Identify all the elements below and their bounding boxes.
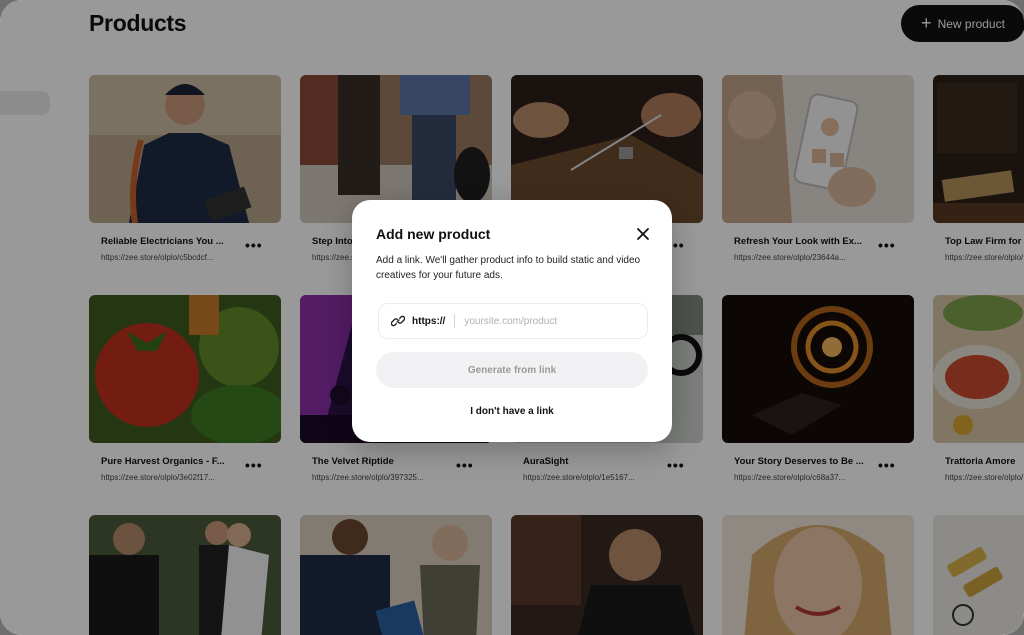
modal-description: Add a link. We'll gather product info to… — [376, 255, 641, 281]
close-icon[interactable] — [636, 227, 650, 241]
url-field[interactable]: https:// — [378, 303, 648, 339]
no-link-button[interactable]: I don't have a link — [352, 406, 672, 417]
url-prefix: https:// — [412, 315, 446, 327]
add-product-modal: Add new product Add a link. We'll gather… — [352, 200, 672, 442]
url-input[interactable] — [464, 315, 635, 327]
modal-title: Add new product — [376, 226, 491, 242]
generate-from-link-button[interactable]: Generate from link — [376, 352, 648, 388]
products-page: Products + New product Reliable Electric… — [0, 0, 1024, 635]
url-separator — [454, 314, 456, 328]
link-icon — [391, 315, 405, 327]
